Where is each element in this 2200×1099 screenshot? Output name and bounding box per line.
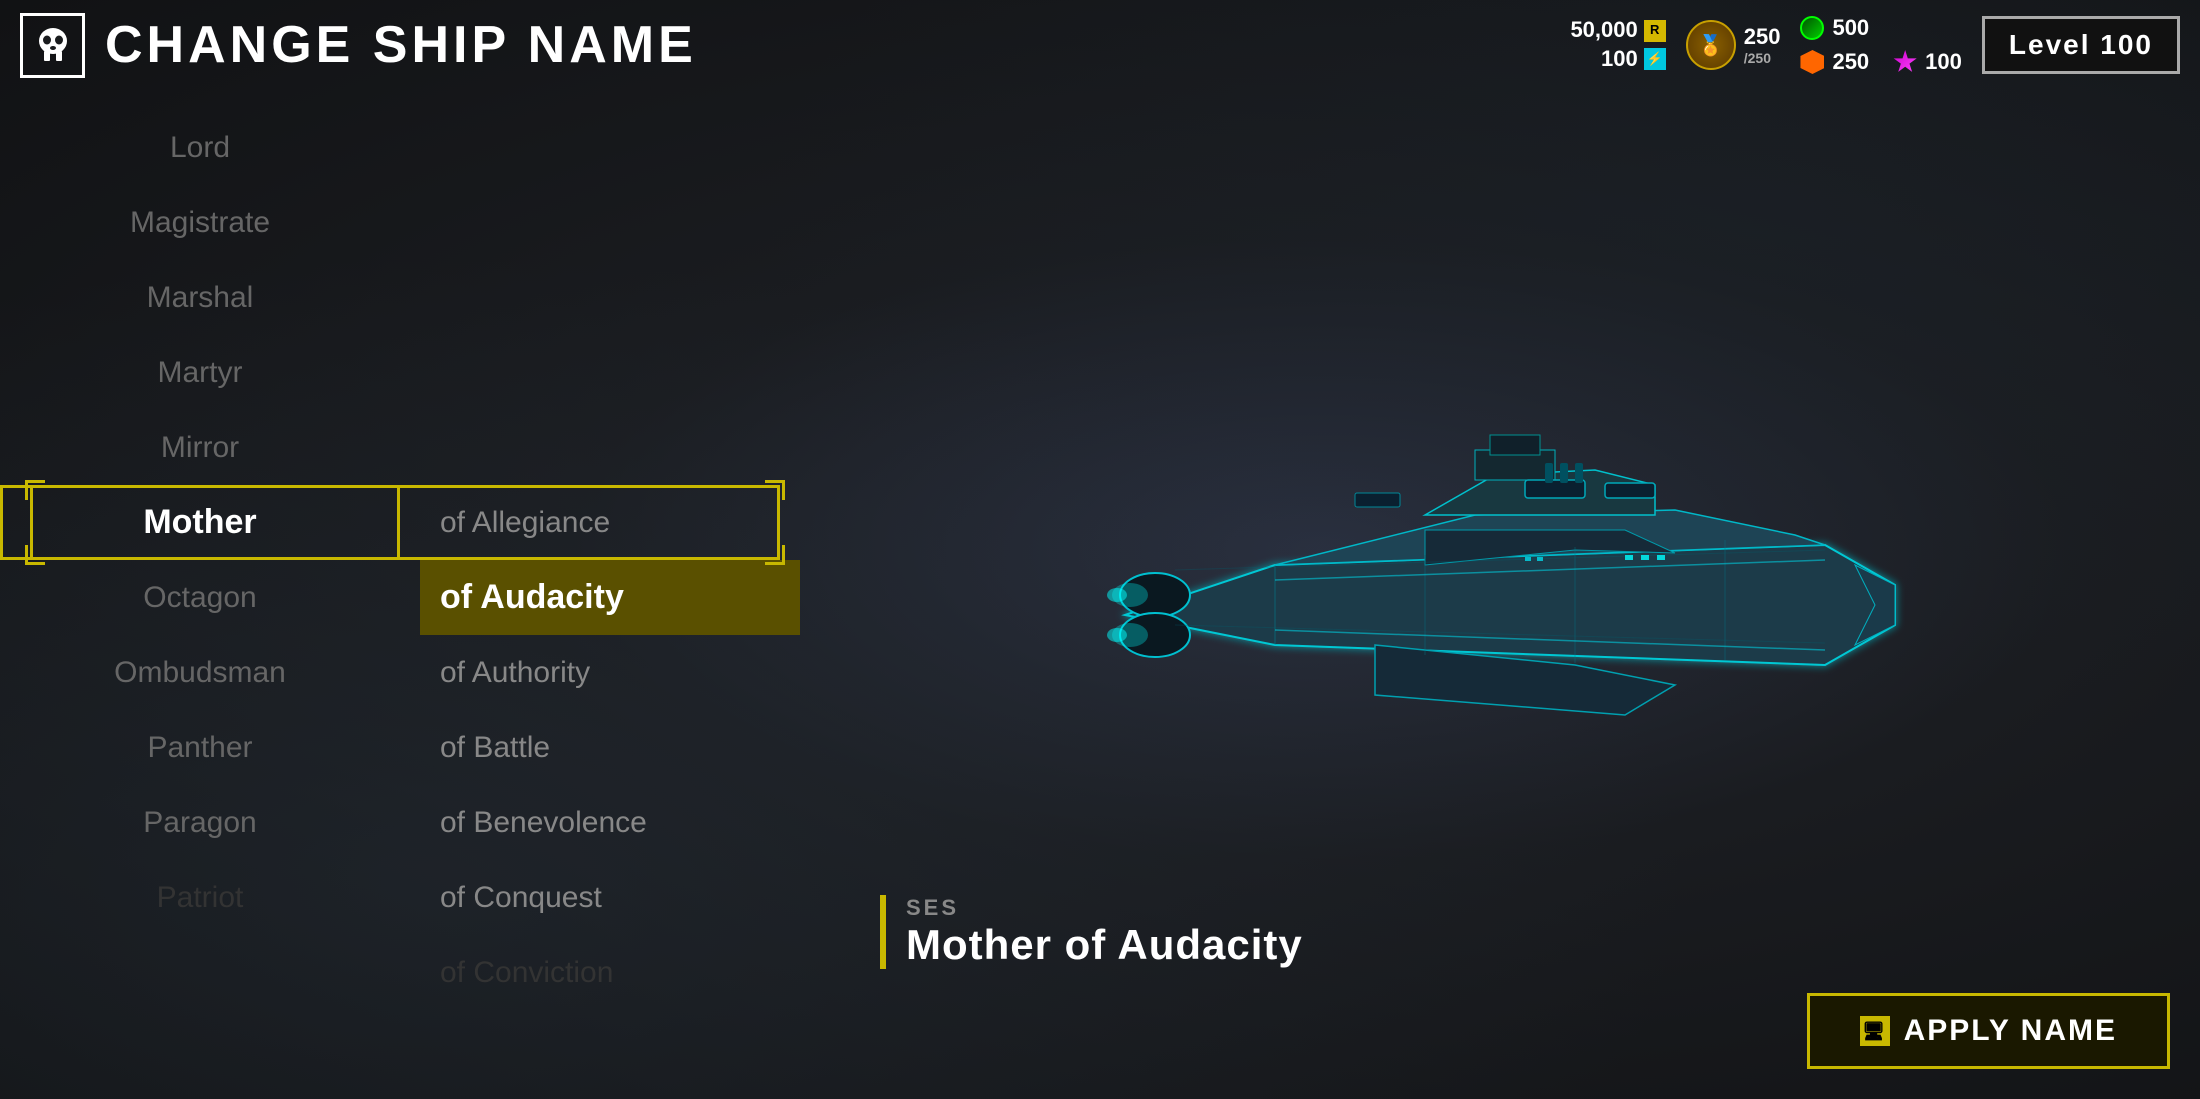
ship-svg [1075,385,1925,805]
first-name-marshal[interactable]: Marshal [0,260,400,335]
currency-row-1: 500 [1800,15,1961,41]
second-name-allegiance[interactable]: of Allegiance [420,485,800,560]
currency-group: 500 250 100 [1800,15,1961,75]
ship-display [800,270,2200,920]
apply-icon: 🖥 [1860,1016,1890,1046]
resources-bar: 50,000 R 100 ⚡ 🏅 250 /250 500 250 100 Le… [1570,15,2180,75]
currency1-value: 500 [1832,15,1869,41]
credits-group: 50,000 R 100 ⚡ [1570,16,1665,73]
medal-count: 250 /250 [1744,24,1781,66]
second-name-conquest[interactable]: of Conquest [420,860,800,935]
name-panel: Lord Magistrate Marshal Martyr Mirror Mo… [0,90,800,1099]
first-name-martyr[interactable]: Martyr [0,335,400,410]
ship-name-text: SES Mother of Audacity [906,895,1303,969]
medals-group: 🏅 250 /250 [1686,20,1781,70]
first-names-column: Lord Magistrate Marshal Martyr Mirror Mo… [0,110,400,1099]
second-name-conviction[interactable]: of Conviction [420,935,800,1010]
first-name-lord[interactable]: Lord [0,110,400,185]
green-currency-icon [1800,16,1824,40]
bolt-icon: ⚡ [1644,48,1666,70]
req-value: 100 [1601,45,1638,74]
medals-max: /250 [1744,50,1781,66]
name-columns: Lord Magistrate Marshal Martyr Mirror Mo… [0,110,800,1099]
ship-full-name: Mother of Audacity [906,921,1303,969]
orange-currency-icon [1800,50,1824,74]
first-name-patriot[interactable]: Patriot [0,860,400,935]
medal-icon: 🏅 [1686,20,1736,70]
second-name-battle[interactable]: of Battle [420,710,800,785]
first-name-octagon[interactable]: Octagon [0,560,400,635]
apply-button-label: APPLY NAME [1904,1014,2117,1048]
medals-value: 250 [1744,24,1781,50]
currency-row-2: 250 100 [1800,49,1961,75]
first-name-mirror[interactable]: Mirror [0,410,400,485]
currency3-value: 100 [1925,49,1962,75]
ship-name-display: SES Mother of Audacity [880,895,1303,969]
credits-value: 50,000 [1570,16,1637,45]
second-name-audacity[interactable]: of Audacity [420,560,800,635]
first-name-paragon[interactable]: Paragon [0,785,400,860]
pink-currency-icon [1893,50,1917,74]
first-name-mother[interactable]: Mother [0,485,400,560]
first-name-magistrate[interactable]: Magistrate [0,185,400,260]
page-title: CHANGE SHIP NAME [105,15,697,75]
ship-panel: SES Mother of Audacity 🖥 APPLY NAME [800,90,2200,1099]
apply-name-button[interactable]: 🖥 APPLY NAME [1807,993,2170,1069]
second-name-authority[interactable]: of Authority [420,635,800,710]
ship-name-accent-bar [880,895,886,969]
second-names-column: of Allegiance of Audacity of Authority o… [400,110,800,1099]
second-name-benevolence[interactable]: of Benevolence [420,785,800,860]
currency2-value: 250 [1832,49,1869,75]
first-name-ombudsman[interactable]: Ombudsman [0,635,400,710]
main-content: Lord Magistrate Marshal Martyr Mirror Mo… [0,90,2200,1099]
ship-ses-label: SES [906,895,1303,921]
skull-icon [20,13,85,78]
level-badge: Level 100 [1982,16,2180,74]
req-icon: R [1644,20,1666,42]
first-name-panther[interactable]: Panther [0,710,400,785]
